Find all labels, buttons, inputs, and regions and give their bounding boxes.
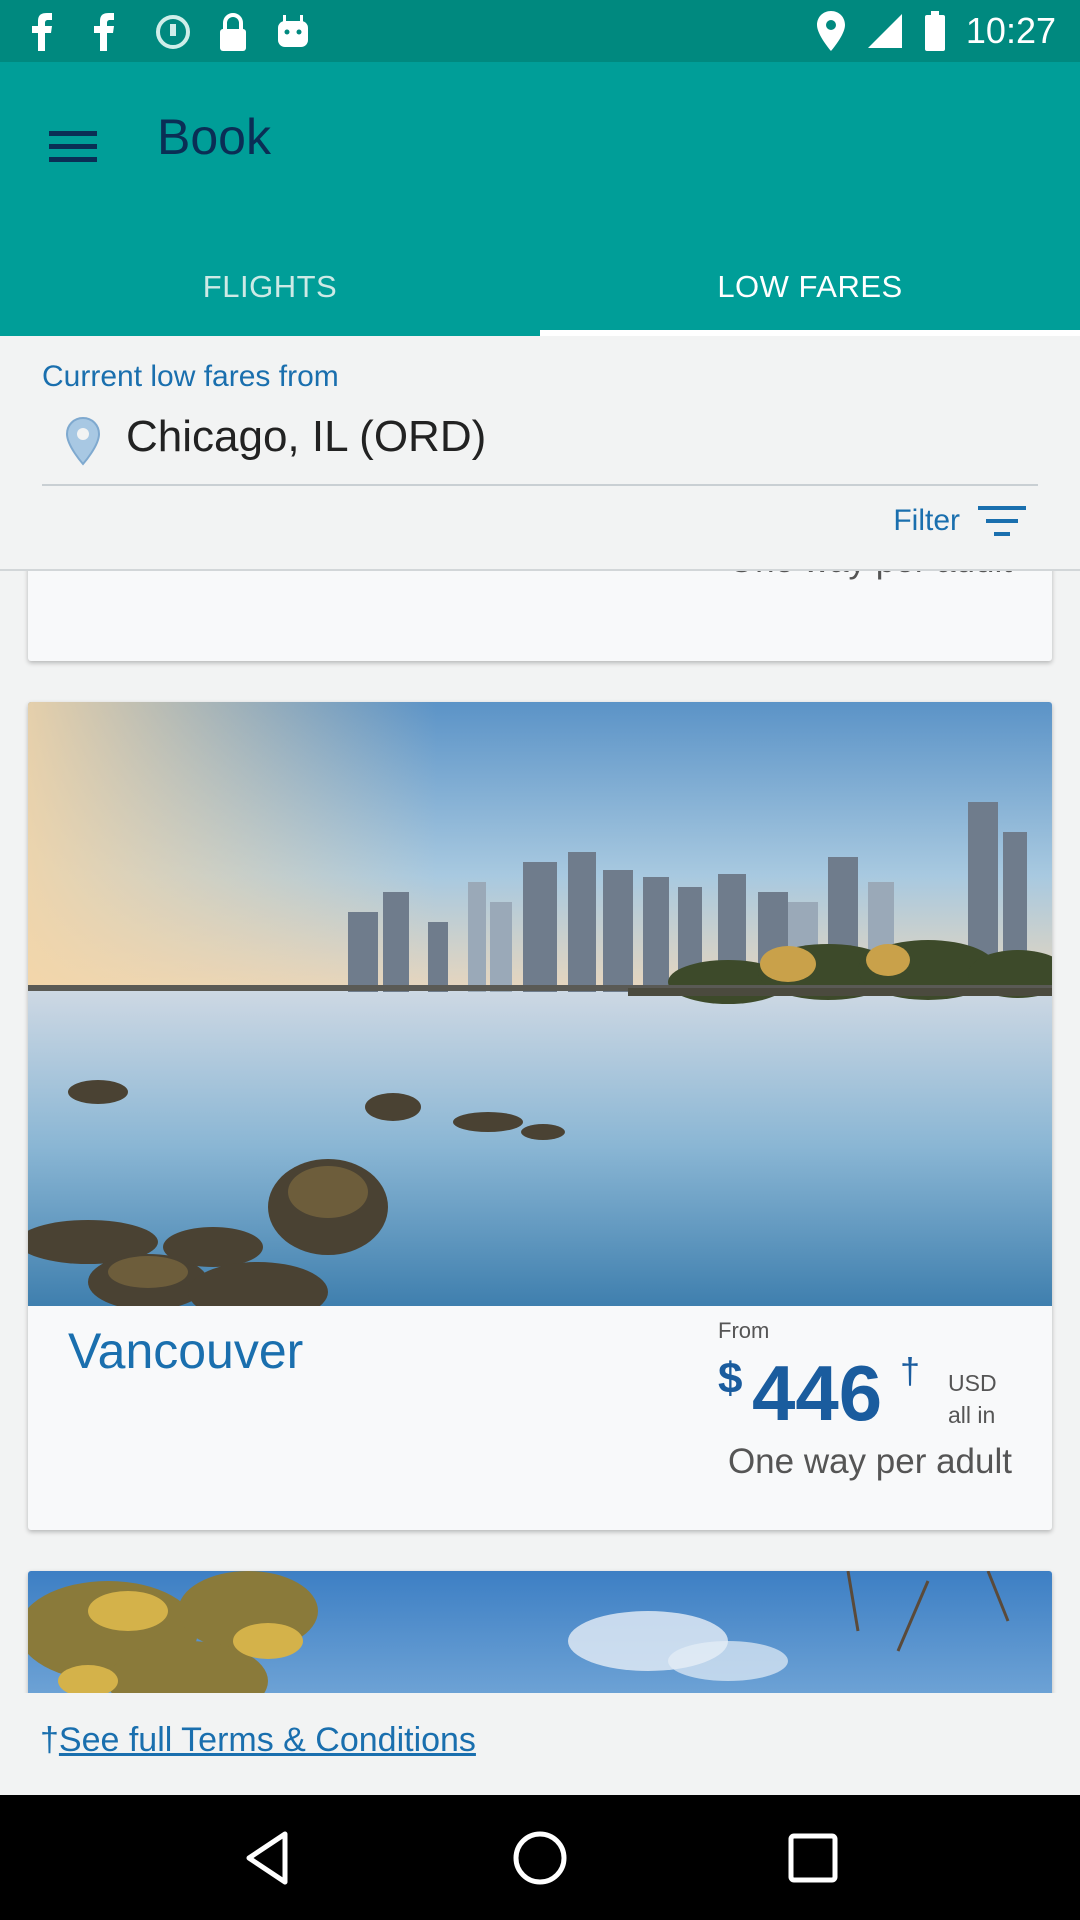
back-button[interactable]	[232, 1823, 302, 1893]
origin-section: Current low fares from Chicago, IL (ORD)…	[0, 336, 1080, 571]
price-currency-symbol: $	[718, 1354, 743, 1403]
origin-value: Chicago, IL (ORD)	[126, 412, 487, 461]
filter-label: Filter	[893, 504, 960, 537]
destination-image	[28, 1571, 1052, 1693]
recents-icon	[788, 1833, 838, 1882]
back-icon	[246, 1831, 288, 1884]
page-title: Book	[157, 109, 271, 165]
system-nav-bar	[0, 1795, 1080, 1920]
terms-label: See full Terms & Conditions	[58, 1721, 476, 1759]
filter-button[interactable]: Filter	[893, 504, 1026, 538]
fare-card[interactable]	[28, 1571, 1052, 1693]
android-icon	[278, 15, 308, 47]
notification-icons	[30, 12, 312, 52]
system-status: 10:27	[816, 8, 1056, 54]
location-pin-icon	[65, 416, 101, 466]
app-bar: Book FLIGHTS LOW FARES	[0, 62, 1080, 336]
tab-flights[interactable]: FLIGHTS	[0, 238, 540, 336]
tab-low-fares[interactable]: LOW FARES	[540, 238, 1080, 336]
fare-card-vancouver[interactable]: Vancouver From $ 446 † USD all in One wa…	[28, 702, 1052, 1530]
tab-label: LOW FARES	[717, 269, 903, 304]
sync-icon	[156, 15, 190, 49]
fare-note: One way per adult	[727, 1442, 1012, 1481]
price-from-label: From	[718, 1318, 770, 1343]
terms-link[interactable]: †See full Terms & Conditions	[40, 1721, 476, 1760]
terms-dagger: †	[40, 1721, 59, 1759]
destination-city: Vancouver	[68, 1323, 304, 1379]
tab-bar: FLIGHTS LOW FARES	[0, 238, 1080, 336]
price-footnote-mark: †	[900, 1350, 921, 1391]
fare-list[interactable]: One way per adult	[0, 571, 1080, 1693]
facebook-icon	[32, 13, 52, 51]
menu-icon	[49, 131, 97, 162]
price-currency: USD	[948, 1370, 997, 1396]
tab-label: FLIGHTS	[202, 269, 338, 304]
status-bar: 10:27	[0, 0, 1080, 62]
price-amount: 446	[752, 1349, 883, 1437]
menu-button[interactable]	[40, 114, 106, 180]
vancouver-skyline-image	[28, 702, 1052, 1306]
status-time: 10:27	[965, 10, 1056, 51]
home-button[interactable]	[505, 1823, 575, 1893]
battery-icon	[924, 11, 945, 51]
origin-field[interactable]: Chicago, IL (ORD)	[42, 406, 1038, 486]
signal-icon	[867, 14, 902, 48]
origin-label: Current low fares from	[42, 360, 339, 393]
filter-icon	[978, 506, 1026, 536]
recents-button[interactable]	[778, 1823, 848, 1893]
home-icon	[513, 1831, 567, 1884]
location-icon	[816, 11, 845, 51]
facebook-icon	[94, 13, 114, 51]
lock-icon	[220, 13, 246, 51]
fare-note: One way per adult	[728, 571, 1012, 581]
fare-card[interactable]: One way per adult	[28, 571, 1052, 661]
price-all-in: all in	[948, 1402, 996, 1428]
footer: †See full Terms & Conditions	[0, 1693, 1080, 1795]
